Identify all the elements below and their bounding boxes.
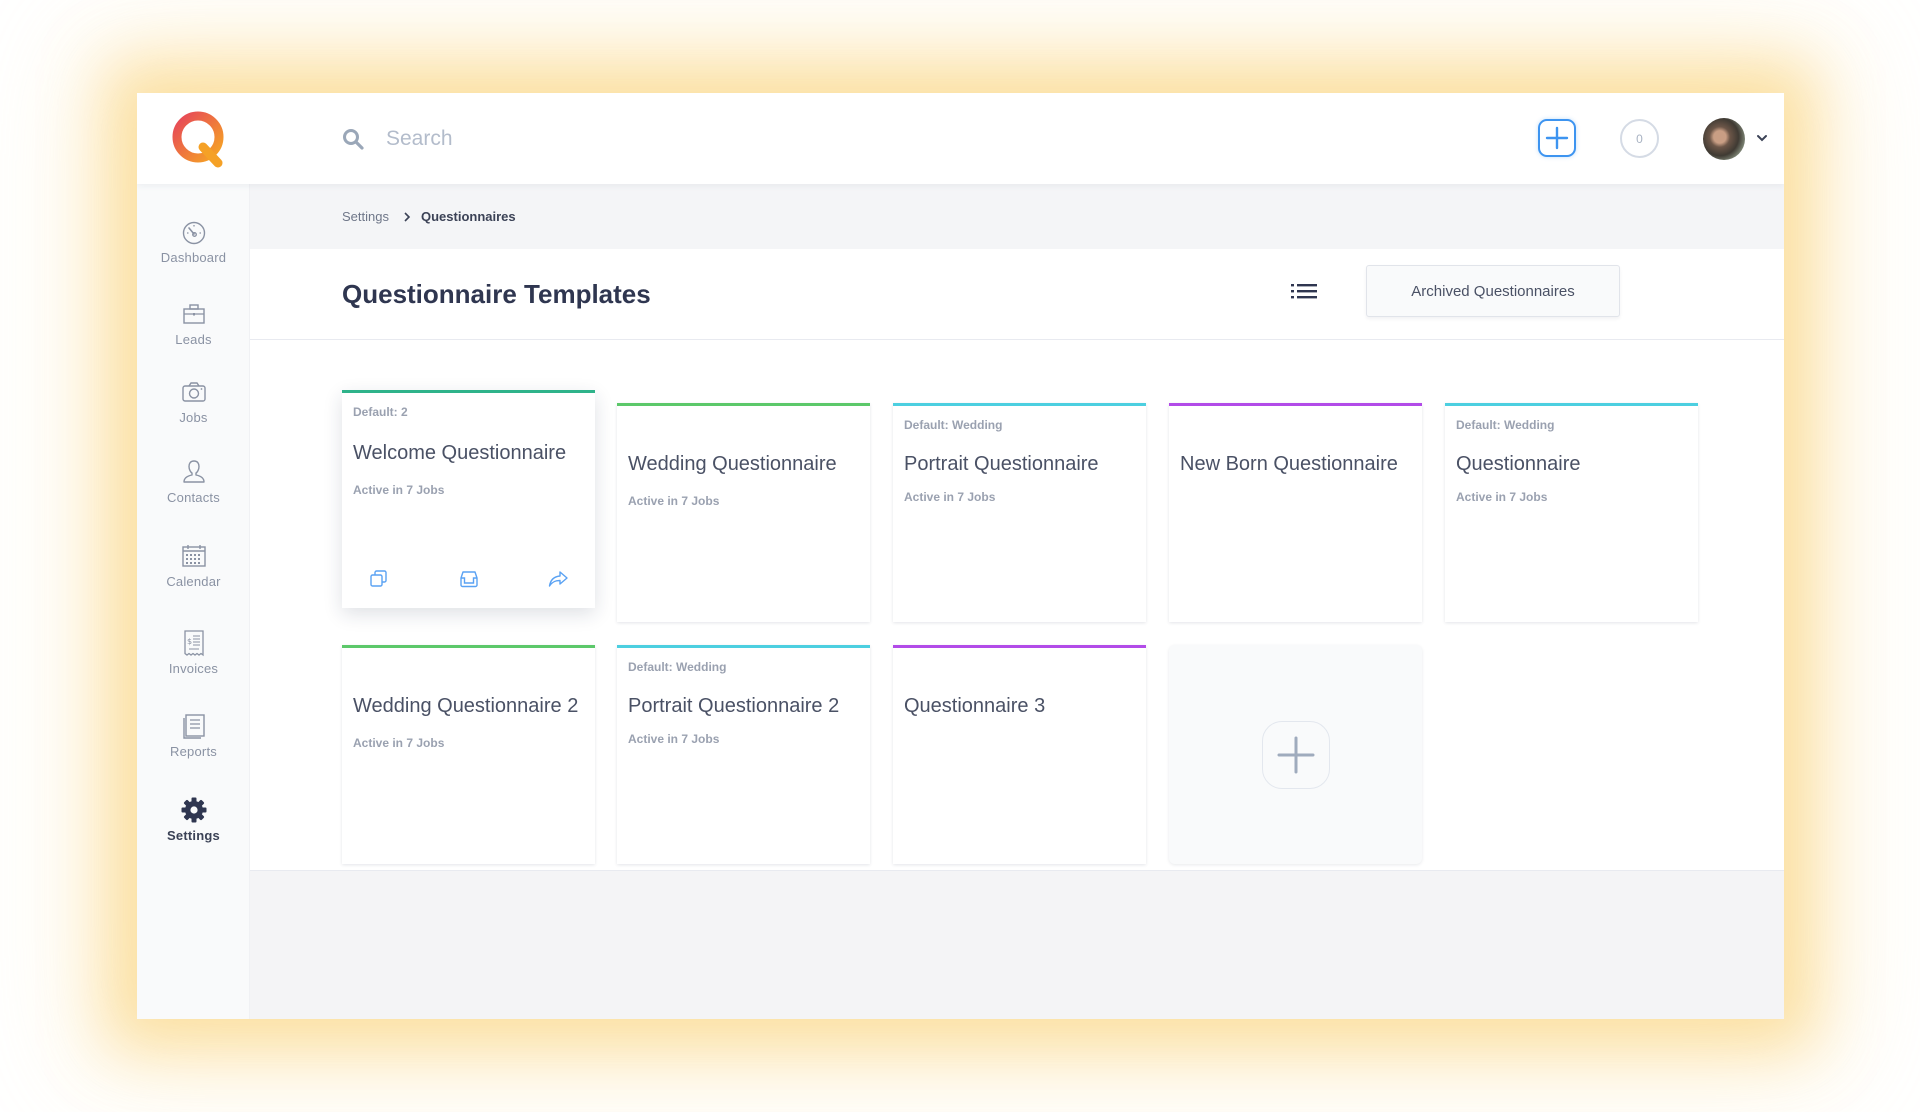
- archive-inbox-icon[interactable]: [458, 568, 480, 590]
- plus-icon: [1545, 126, 1569, 150]
- questionnaire-card[interactable]: Default: Wedding Questionnaire Active in…: [1445, 403, 1698, 622]
- card-color-bar: [1169, 403, 1422, 406]
- plus-icon: [1277, 736, 1315, 774]
- card-active-count: Active in 7 Jobs: [353, 736, 445, 750]
- search-input[interactable]: [386, 127, 786, 151]
- user-avatar[interactable]: [1703, 118, 1745, 160]
- sidebar-item-leads[interactable]: Leads: [137, 300, 250, 347]
- briefcase-icon: [182, 304, 205, 324]
- sidebar-item-settings[interactable]: Settings: [137, 796, 250, 843]
- card-title: Welcome Questionnaire: [353, 442, 567, 464]
- sidebar-item-label: Calendar: [166, 574, 221, 589]
- card-color-bar: [617, 645, 870, 648]
- questionnaire-card[interactable]: Default: Wedding Portrait Questionnaire …: [893, 403, 1146, 622]
- sidebar-item-contacts[interactable]: Contacts: [137, 458, 250, 505]
- reports-icon: [182, 714, 205, 739]
- card-color-bar: [342, 390, 595, 393]
- sidebar-item-label: Contacts: [167, 490, 220, 505]
- chevron-right-icon: [404, 211, 411, 222]
- card-color-bar: [893, 645, 1146, 648]
- card-color-bar: [1445, 403, 1698, 406]
- duplicate-icon[interactable]: [368, 568, 390, 590]
- card-title: Portrait Questionnaire 2: [628, 695, 840, 717]
- app-window: 0 Dashboard Leads: [137, 93, 1784, 1019]
- notifications-badge[interactable]: 0: [1620, 119, 1659, 158]
- breadcrumb-settings-link[interactable]: Settings: [342, 209, 389, 224]
- card-color-bar: [617, 403, 870, 406]
- card-title: Wedding Questionnaire: [628, 453, 837, 475]
- sidebar-item-jobs[interactable]: Jobs: [137, 378, 250, 425]
- calendar-icon: [181, 545, 206, 567]
- card-color-bar: [893, 403, 1146, 406]
- card-default-label: Default: Wedding: [628, 660, 727, 674]
- card-active-count: Active in 7 Jobs: [628, 494, 720, 508]
- sidebar-item-label: Invoices: [168, 661, 219, 676]
- card-active-count: Active in 7 Jobs: [628, 732, 720, 746]
- chevron-down-icon[interactable]: [1756, 133, 1768, 143]
- page-header: Questionnaire Templates Archived Questio…: [250, 249, 1784, 340]
- card-active-count: Active in 7 Jobs: [353, 483, 445, 497]
- card-actions: [342, 568, 595, 592]
- add-new-button[interactable]: [1538, 119, 1576, 157]
- card-default-label: Default: 2: [353, 405, 408, 419]
- sidebar-item-label: Dashboard: [160, 250, 227, 265]
- list-view-icon[interactable]: [1290, 281, 1318, 303]
- camera-icon: [181, 382, 206, 402]
- share-icon[interactable]: [547, 568, 569, 590]
- app-logo[interactable]: [170, 109, 228, 169]
- sidebar-item-dashboard[interactable]: Dashboard: [137, 218, 250, 265]
- breadcrumb: Settings Questionnaires: [250, 184, 1784, 249]
- card-active-count: Active in 7 Jobs: [904, 490, 996, 504]
- archived-questionnaires-button[interactable]: Archived Questionnaires: [1366, 265, 1620, 317]
- questionnaire-card[interactable]: Wedding Questionnaire Active in 7 Jobs: [617, 403, 870, 622]
- questionnaire-card[interactable]: Questionnaire 3: [893, 645, 1146, 864]
- card-title: Wedding Questionnaire 2: [353, 695, 579, 717]
- questionnaire-card[interactable]: Wedding Questionnaire 2 Active in 7 Jobs: [342, 645, 595, 864]
- search-bar: [341, 121, 841, 157]
- notification-count: 0: [1636, 131, 1643, 146]
- gear-icon: [181, 797, 206, 823]
- add-questionnaire-card[interactable]: [1169, 645, 1422, 864]
- questionnaire-card[interactable]: Default: 2 Welcome Questionnaire Active …: [342, 390, 595, 608]
- invoice-icon: $: [183, 630, 204, 657]
- main-content: Settings Questionnaires Questionnaire Te…: [250, 184, 1784, 1019]
- sidebar-item-calendar[interactable]: Calendar: [137, 542, 250, 589]
- card-default-label: Default: Wedding: [1456, 418, 1555, 432]
- card-title: New Born Questionnaire: [1180, 453, 1398, 475]
- breadcrumb-current: Questionnaires: [420, 209, 516, 224]
- sidebar-item-label: Leads: [175, 332, 212, 347]
- card-default-label: Default: Wedding: [904, 418, 1003, 432]
- questionnaire-card[interactable]: Default: Wedding Portrait Questionnaire …: [617, 645, 870, 864]
- sidebar-item-label: Jobs: [179, 410, 208, 425]
- card-title: Questionnaire 3: [904, 695, 1046, 717]
- add-questionnaire-button[interactable]: [1262, 721, 1330, 789]
- sidebar-item-label: Reports: [170, 744, 217, 759]
- svg-text:$: $: [187, 637, 192, 646]
- card-title: Questionnaire: [1456, 453, 1581, 475]
- sidebar: Dashboard Leads Jobs Contacts Calendar $…: [137, 184, 250, 1019]
- search-icon[interactable]: [341, 127, 365, 151]
- sidebar-item-label: Settings: [167, 828, 220, 843]
- q-logo-icon: [172, 111, 224, 168]
- dashboard-gauge-icon: [182, 221, 205, 245]
- top-header: 0: [137, 93, 1784, 184]
- sidebar-item-invoices[interactable]: $ Invoices: [137, 629, 250, 676]
- questionnaire-card[interactable]: New Born Questionnaire: [1169, 403, 1422, 622]
- person-icon: [182, 460, 205, 483]
- questionnaire-grid: Default: 2 Welcome Questionnaire Active …: [250, 340, 1784, 871]
- card-title: Portrait Questionnaire: [904, 453, 1099, 475]
- card-color-bar: [342, 645, 595, 648]
- page-title: Questionnaire Templates: [342, 279, 651, 309]
- sidebar-item-reports[interactable]: Reports: [137, 712, 250, 759]
- card-active-count: Active in 7 Jobs: [1456, 490, 1548, 504]
